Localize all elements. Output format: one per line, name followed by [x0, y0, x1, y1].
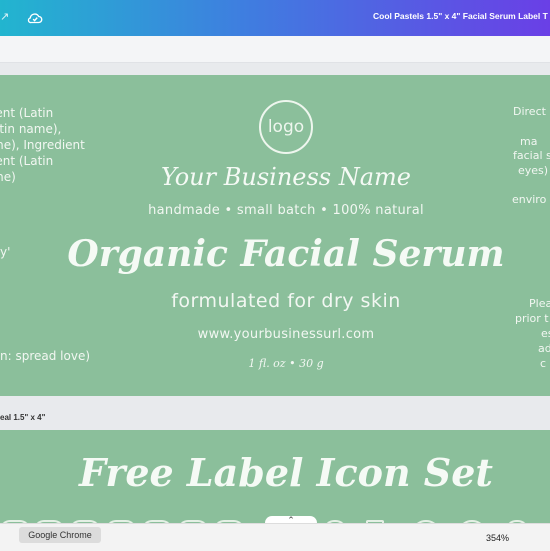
warning-line-2[interactable]: prior t: [515, 312, 549, 326]
label-page-1[interactable]: logo Your Business Name handmade • small…: [0, 75, 550, 396]
directions-line-2[interactable]: facial s: [513, 149, 550, 163]
formula-description[interactable]: formulated for dry skin: [0, 290, 550, 312]
directions-line-3[interactable]: eyes): [518, 164, 548, 178]
warning-line-3[interactable]: es: [541, 327, 550, 341]
ingredients-text[interactable]: ient (Latin atin name), me), Ingredient …: [0, 105, 85, 185]
cloud-save-icon[interactable]: [26, 9, 44, 27]
page-2-label[interactable]: eal 1.5" x 4": [0, 413, 45, 422]
editor-toolbar: [0, 36, 550, 63]
google-chrome-taskbar-button[interactable]: Google Chrome: [19, 527, 101, 543]
logo-placeholder[interactable]: logo: [259, 100, 313, 154]
icon-set-title[interactable]: Free Label Icon Set: [0, 450, 550, 495]
arrow-icon[interactable]: ↗: [0, 10, 9, 23]
warning-line-5[interactable]: c: [540, 357, 546, 371]
warning-line-1[interactable]: Plea: [529, 297, 550, 311]
zoom-level[interactable]: 354%: [486, 533, 509, 543]
directions-line-4[interactable]: enviro: [512, 193, 546, 207]
taskbar: Google Chrome: [0, 523, 550, 551]
editor-header: ↗ Cool Pastels 1.5" x 4" Facial Serum La…: [0, 0, 550, 36]
logo-text: logo: [267, 117, 305, 137]
tagline[interactable]: handmade • small batch • 100% natural: [0, 203, 550, 218]
business-url[interactable]: www.yourbusinessurl.com: [0, 327, 550, 342]
directions-line-1[interactable]: ma: [520, 135, 537, 149]
product-name[interactable]: Organic Facial Serum: [0, 233, 550, 275]
directions-heading[interactable]: Direct: [513, 105, 546, 119]
left-fragment-text[interactable]: y': [0, 245, 10, 259]
document-title[interactable]: Cool Pastels 1.5" x 4" Facial Serum Labe…: [373, 11, 548, 21]
left-bottom-text[interactable]: n: spread love): [0, 349, 90, 363]
warning-line-4[interactable]: ad: [538, 342, 550, 356]
